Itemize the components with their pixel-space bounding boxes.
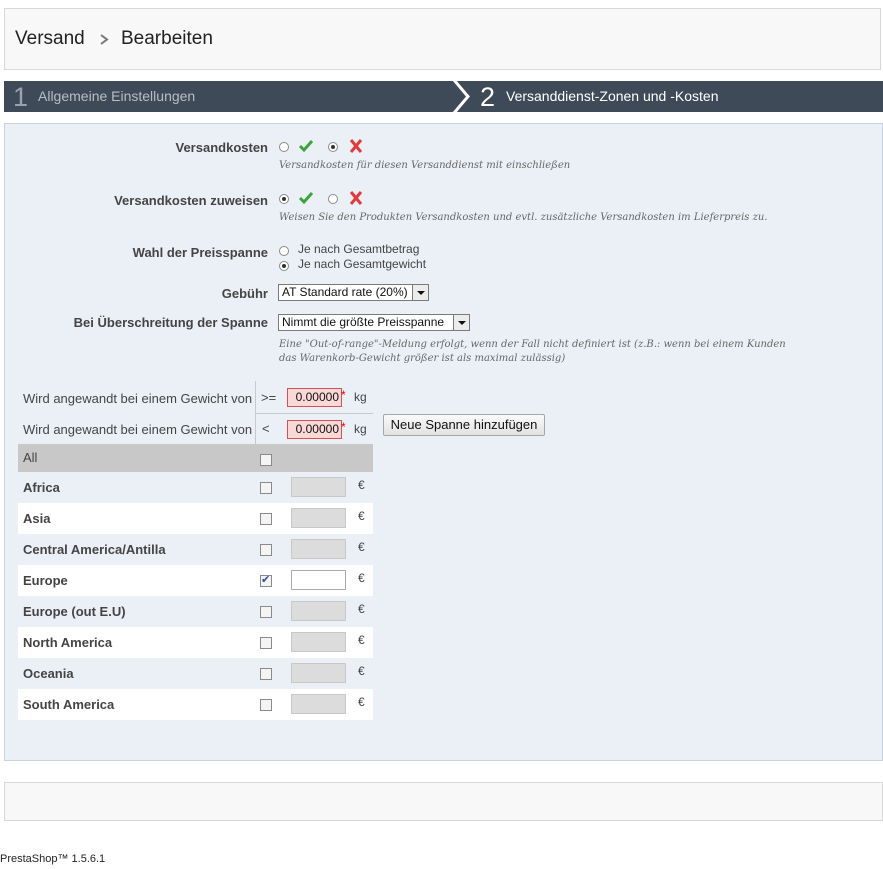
range-from-label: Wird angewandt bei einem Gewicht von bbox=[23, 391, 253, 406]
assign-costs-yes-radio[interactable] bbox=[279, 194, 289, 204]
zone-row: North America € bbox=[18, 627, 373, 658]
zone-currency: € bbox=[358, 540, 365, 554]
zones-table: All Africa € Asia € Central America/Anti… bbox=[18, 444, 373, 720]
range-by-price-label: Je nach Gesamtbetrag bbox=[298, 242, 420, 256]
step-1-label[interactable]: Allgemeine Einstellungen bbox=[38, 81, 195, 112]
out-of-range-hint-line2: das Warenkorb-Gewicht größer ist als max… bbox=[279, 353, 566, 364]
range-to-input[interactable]: 0.00000 bbox=[287, 420, 342, 439]
page-header: Versand Bearbeiten bbox=[4, 8, 881, 70]
cross-icon bbox=[349, 139, 363, 153]
range-by-weight-radio[interactable] bbox=[279, 261, 289, 271]
zone-checkbox[interactable] bbox=[260, 482, 272, 494]
range-to-unit: kg bbox=[354, 422, 367, 436]
zone-checkbox[interactable] bbox=[260, 668, 272, 680]
out-of-range-select-value: Nimmt die größte Preisspanne bbox=[282, 315, 445, 329]
zone-checkbox[interactable] bbox=[260, 637, 272, 649]
wizard-steps: 1 Allgemeine Einstellungen 2 Versanddien… bbox=[4, 81, 883, 112]
assign-costs-hint: Weisen Sie den Produkten Versandkosten u… bbox=[279, 212, 768, 223]
range-to-label: Wird angewandt bei einem Gewicht von bbox=[23, 422, 253, 437]
zone-row: Oceania € bbox=[18, 658, 373, 689]
chevron-right-icon bbox=[100, 34, 109, 45]
check-icon bbox=[298, 140, 314, 153]
add-range-button[interactable]: Neue Spanne hinzufügen bbox=[383, 414, 545, 436]
range-to-operator: < bbox=[262, 421, 270, 436]
shipping-costs-hint: Versandkosten für diesen Versanddienst m… bbox=[279, 160, 571, 171]
zone-currency: € bbox=[358, 571, 365, 585]
zone-name: Africa bbox=[23, 480, 60, 495]
required-marker: * bbox=[341, 388, 346, 402]
check-icon bbox=[298, 192, 314, 205]
required-marker: * bbox=[341, 420, 346, 434]
zone-checkbox[interactable] bbox=[260, 606, 272, 618]
range-from-operator: >= bbox=[261, 390, 277, 405]
tax-label: Gebühr bbox=[221, 286, 268, 301]
zone-cost-input[interactable] bbox=[291, 663, 346, 683]
range-by-price-radio[interactable] bbox=[279, 246, 289, 256]
zone-currency: € bbox=[358, 664, 365, 678]
zone-all-label: All bbox=[23, 450, 38, 465]
out-of-range-hint-line1: Eine "Out-of-range"-Meldung erfolgt, wen… bbox=[279, 339, 786, 350]
zone-name: Europe bbox=[23, 573, 68, 588]
range-divider bbox=[255, 413, 373, 414]
out-of-range-select[interactable]: Nimmt die größte Preisspanne bbox=[278, 314, 470, 331]
zone-name: Central America/Antilla bbox=[23, 542, 166, 557]
zone-name: South America bbox=[23, 697, 115, 712]
version-label: PrestaShop™ 1.5.6.1 bbox=[0, 853, 106, 865]
zone-row: South America € bbox=[18, 689, 373, 720]
assign-costs-label: Versandkosten zuweisen bbox=[114, 193, 268, 208]
zone-currency: € bbox=[358, 602, 365, 616]
zone-cost-input[interactable] bbox=[291, 477, 346, 497]
zone-row: Asia € bbox=[18, 503, 373, 534]
zone-name: North America bbox=[23, 635, 113, 650]
cross-icon bbox=[349, 191, 363, 205]
zone-cost-input[interactable] bbox=[291, 601, 346, 621]
zone-currency: € bbox=[358, 695, 365, 709]
range-from-unit: kg bbox=[354, 390, 367, 404]
zone-row: Central America/Antilla € bbox=[18, 534, 373, 565]
dropdown-arrow-icon bbox=[453, 315, 469, 330]
step-separator-icon bbox=[452, 81, 470, 112]
step-1-number: 1 bbox=[13, 82, 29, 112]
zone-cost-input[interactable] bbox=[291, 539, 346, 559]
range-from-input[interactable]: 0.00000 bbox=[287, 388, 342, 407]
zone-currency: € bbox=[358, 509, 365, 523]
zone-cost-input[interactable] bbox=[291, 694, 346, 714]
zone-row: Europe € bbox=[18, 565, 373, 596]
zone-row: Europe (out E.U) € bbox=[18, 596, 373, 627]
zone-currency: € bbox=[358, 633, 365, 647]
zone-name: Asia bbox=[23, 511, 51, 526]
breadcrumb-current: Bearbeiten bbox=[121, 28, 213, 49]
zone-checkbox[interactable] bbox=[260, 544, 272, 556]
shipping-costs-no-radio[interactable] bbox=[328, 142, 338, 152]
zone-currency: € bbox=[358, 478, 365, 492]
range-by-weight-label: Je nach Gesamtgewicht bbox=[298, 257, 427, 271]
out-of-range-label: Bei Überschreitung der Spanne bbox=[73, 315, 268, 330]
tax-select-value: AT Standard rate (20%) bbox=[282, 285, 408, 299]
zone-row-all: All bbox=[18, 444, 373, 472]
breadcrumb-section[interactable]: Versand bbox=[15, 28, 85, 50]
zone-checkbox-checked[interactable] bbox=[260, 573, 272, 587]
zone-cost-input[interactable] bbox=[291, 632, 346, 652]
zone-all-checkbox[interactable] bbox=[260, 454, 272, 466]
zone-name: Europe (out E.U) bbox=[23, 604, 126, 619]
shipping-costs-yes-radio[interactable] bbox=[279, 142, 289, 152]
assign-costs-no-radio[interactable] bbox=[328, 194, 338, 204]
zone-checkbox[interactable] bbox=[260, 513, 272, 525]
form-footer bbox=[4, 782, 883, 821]
range-choice-label: Wahl der Preisspanne bbox=[132, 245, 268, 260]
zone-checkbox[interactable] bbox=[260, 699, 272, 711]
shipping-costs-label: Versandkosten bbox=[175, 140, 269, 155]
step-2-label[interactable]: Versanddienst-Zonen und -Kosten bbox=[506, 81, 718, 112]
zone-cost-input[interactable] bbox=[291, 570, 346, 590]
zone-name: Oceania bbox=[23, 666, 74, 681]
dropdown-arrow-icon bbox=[412, 285, 428, 300]
zone-cost-input[interactable] bbox=[291, 508, 346, 528]
zone-row: Africa € bbox=[18, 472, 373, 503]
tax-select[interactable]: AT Standard rate (20%) bbox=[278, 284, 429, 301]
step-2-number: 2 bbox=[480, 82, 496, 112]
